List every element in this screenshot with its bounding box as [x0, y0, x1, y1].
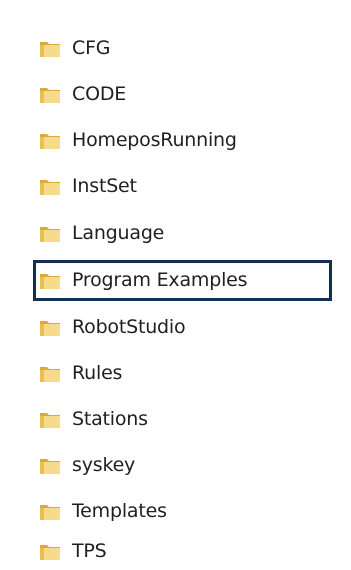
folder-label: CODE: [72, 83, 127, 105]
folder-label: HomeposRunning: [72, 129, 237, 151]
folder-icon: [40, 367, 60, 382]
folder-label: Templates: [72, 500, 167, 522]
folder-item-language[interactable]: Language: [38, 218, 164, 248]
folder-label: Rules: [72, 362, 123, 384]
folder-item-robotstudio[interactable]: RobotStudio: [38, 312, 186, 342]
folder-item-homeposrunning[interactable]: HomeposRunning: [38, 125, 237, 155]
folder-icon: [40, 88, 60, 103]
folder-label: CFG: [72, 37, 111, 59]
folder-label: RobotStudio: [72, 316, 186, 338]
folder-icon: [40, 227, 60, 242]
folder-icon: [40, 413, 60, 428]
folder-label: Language: [72, 222, 165, 244]
folder-item-program-examples[interactable]: Program Examples: [38, 265, 248, 295]
folder-label: InstSet: [72, 175, 137, 197]
folder-icon: [40, 180, 60, 195]
folder-label: TPS: [72, 540, 107, 562]
folder-item-instset[interactable]: InstSet: [38, 171, 137, 201]
folder-list: CFG CODE HomeposRunning InstSet Language…: [0, 0, 351, 570]
folder-icon: [40, 134, 60, 149]
folder-item-cfg[interactable]: CFG: [38, 33, 111, 63]
folder-icon: [40, 545, 60, 560]
folder-item-tps[interactable]: TPS: [38, 536, 107, 566]
folder-icon: [40, 42, 60, 57]
folder-item-syskey[interactable]: syskey: [38, 450, 135, 480]
folder-label: syskey: [72, 454, 136, 476]
folder-icon: [40, 505, 60, 520]
folder-label: Program Examples: [72, 269, 248, 291]
folder-item-stations[interactable]: Stations: [38, 404, 148, 434]
folder-icon: [40, 274, 60, 289]
folder-icon: [40, 321, 60, 336]
folder-icon: [40, 459, 60, 474]
folder-label: Stations: [72, 408, 148, 430]
folder-item-code[interactable]: CODE: [38, 79, 126, 109]
folder-item-rules[interactable]: Rules: [38, 358, 122, 388]
folder-item-templates[interactable]: Templates: [38, 496, 167, 526]
